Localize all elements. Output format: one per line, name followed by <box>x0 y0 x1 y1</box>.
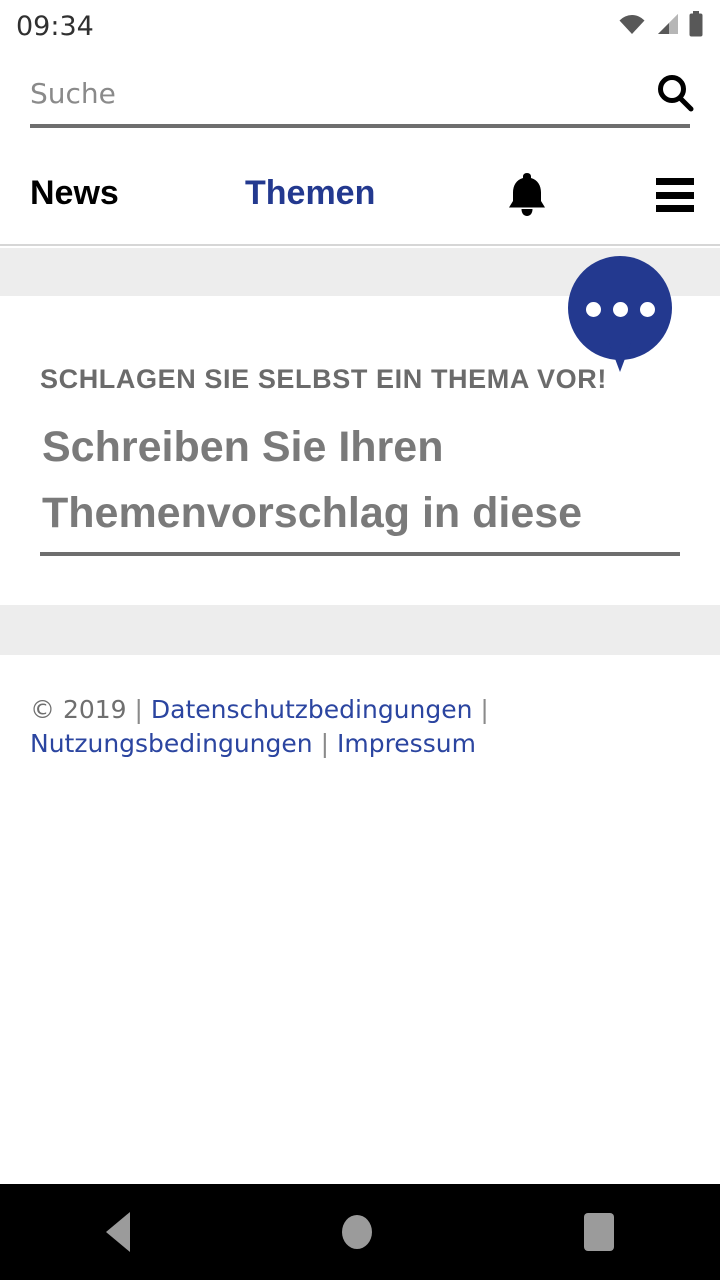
bell-icon[interactable] <box>504 170 550 220</box>
recents-square-icon[interactable] <box>584 1213 614 1251</box>
footer: © 2019 | Datenschutzbedingungen | Nutzun… <box>0 655 720 761</box>
battery-icon <box>688 10 704 42</box>
dot-3 <box>639 302 655 317</box>
status-bar: 09:34 <box>0 0 720 52</box>
nav-item-news[interactable]: News <box>30 174 119 213</box>
footer-link-impressum[interactable]: Impressum <box>337 729 476 758</box>
footer-link-nutzungsbedingungen[interactable]: Nutzungsbedingungen <box>30 729 313 758</box>
hamburger-bar-3 <box>656 205 694 212</box>
main-navigation: News Themen <box>0 146 720 246</box>
footer-link-datenschutz[interactable]: Datenschutzbedingungen <box>151 695 473 724</box>
search-underline <box>30 124 690 128</box>
android-navigation-bar <box>0 1184 720 1280</box>
speech-bubble-ellipsis-icon[interactable] <box>568 256 672 372</box>
hamburger-bar-1 <box>656 178 694 185</box>
footer-separator-2: | <box>480 695 489 724</box>
home-circle-icon[interactable] <box>342 1215 372 1249</box>
section-divider-bottom <box>0 605 720 655</box>
dot-2 <box>612 302 628 317</box>
status-bar-icons <box>618 10 704 42</box>
search-icon[interactable] <box>652 70 698 116</box>
footer-links-line: © 2019 | Datenschutzbedingungen | Nutzun… <box>30 693 690 761</box>
speech-bubble-tail <box>608 340 632 372</box>
footer-separator-3: | <box>320 729 330 758</box>
nav-item-themen[interactable]: Themen <box>245 174 375 213</box>
hamburger-bar-2 <box>656 191 694 199</box>
cellular-signal-icon <box>655 13 679 40</box>
status-bar-clock: 09:34 <box>16 10 94 42</box>
search-input[interactable] <box>30 74 630 114</box>
topic-suggestion-underline <box>40 552 680 556</box>
topic-suggestion-input[interactable] <box>42 414 682 546</box>
suggestion-kicker: SCHLAGEN SIE SELBST EIN THEMA VOR! <box>40 364 607 394</box>
dot-1 <box>585 302 601 317</box>
footer-separator-1: | <box>134 695 143 724</box>
back-triangle-icon[interactable] <box>106 1212 130 1252</box>
topic-suggestion-card: SCHLAGEN SIE SELBST EIN THEMA VOR! <box>0 256 720 605</box>
ellipsis-dots <box>568 302 672 317</box>
wifi-icon <box>618 13 646 40</box>
footer-copyright: © 2019 <box>30 695 127 724</box>
hamburger-menu-icon[interactable] <box>656 178 696 212</box>
search-bar <box>0 62 720 128</box>
